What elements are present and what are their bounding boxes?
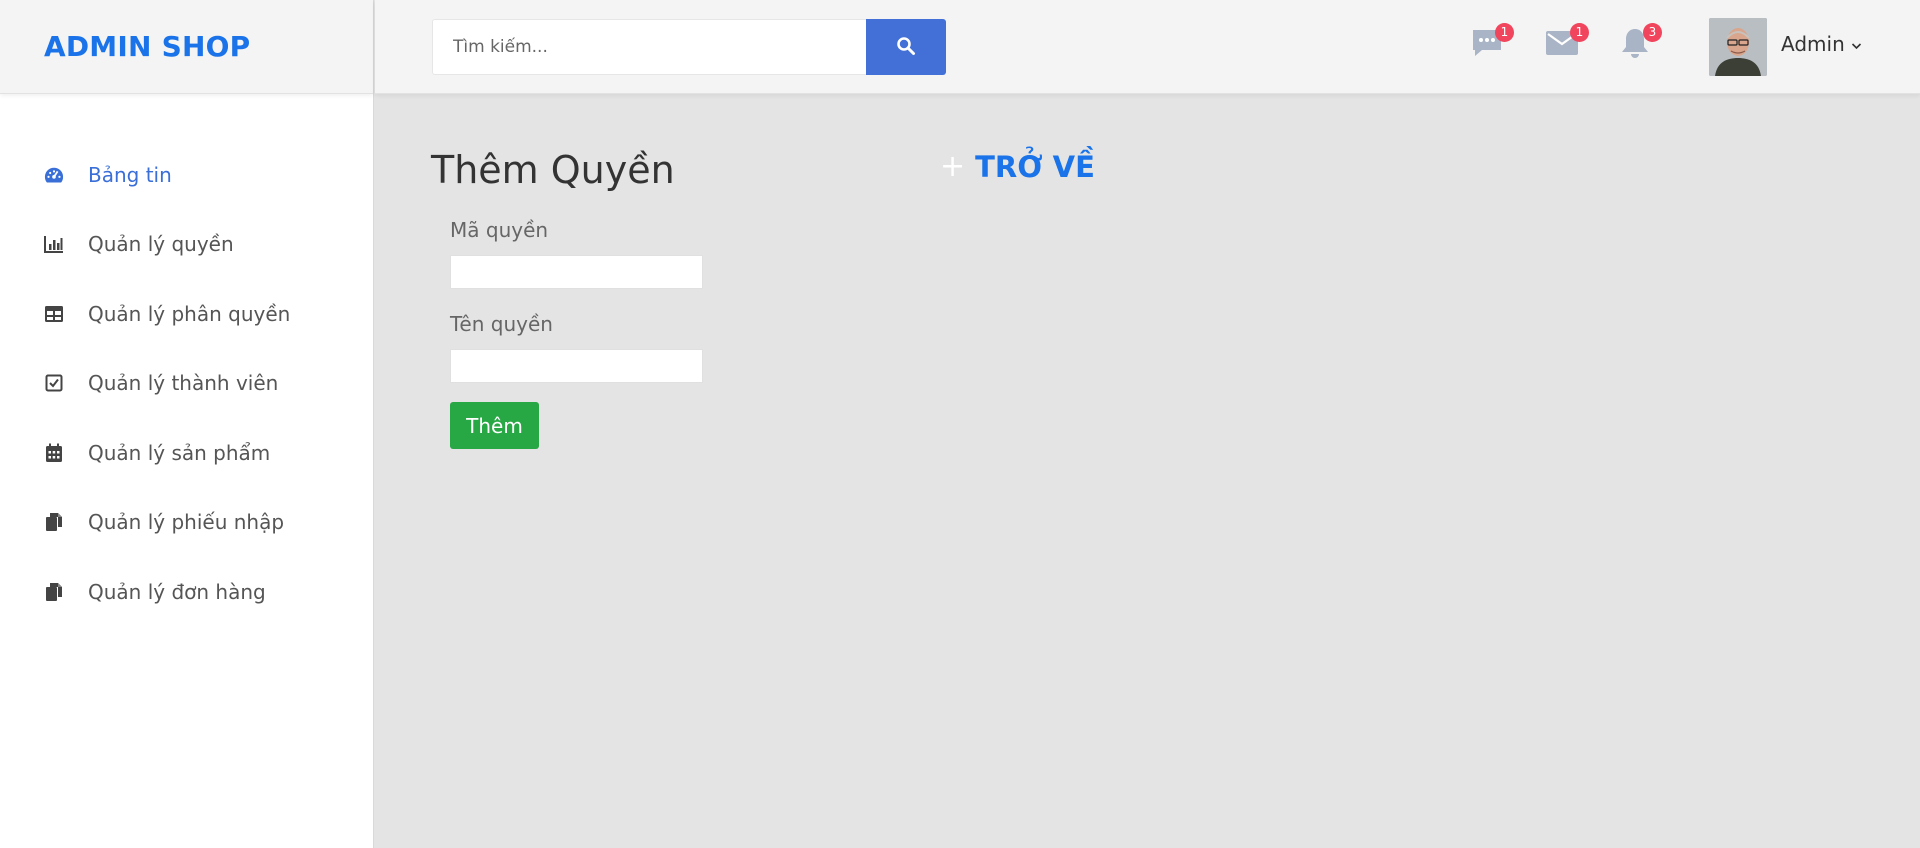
table-icon bbox=[44, 304, 64, 324]
notifications-button[interactable]: 3 bbox=[1617, 23, 1662, 62]
avatar[interactable] bbox=[1709, 18, 1767, 76]
dashboard-icon bbox=[44, 165, 64, 185]
sidebar-item-label: Quản lý quyền bbox=[88, 232, 234, 257]
brand: ADMIN SHOP bbox=[0, 0, 373, 94]
sidebar-nav: Bảng tin Quản lý quyền Quản lý phân quyề… bbox=[0, 94, 373, 627]
check-square-icon bbox=[44, 373, 64, 393]
sidebar-item-permissions[interactable]: Quản lý quyền bbox=[0, 210, 373, 280]
permission-name-input[interactable] bbox=[450, 349, 703, 383]
sidebar-item-label: Quản lý phân quyền bbox=[88, 301, 291, 326]
sidebar: ADMIN SHOP Bảng tin Quản lý quyền Quản l… bbox=[0, 0, 374, 848]
user-menu[interactable]: Admin bbox=[1781, 32, 1862, 56]
notifications-badge: 3 bbox=[1643, 23, 1662, 42]
sidebar-item-members[interactable]: Quản lý thành viên bbox=[0, 349, 373, 419]
sidebar-item-label: Quản lý sản phẩm bbox=[88, 440, 271, 465]
messages-button[interactable]: 1 bbox=[1469, 23, 1514, 62]
page-title: Thêm Quyền bbox=[431, 148, 675, 192]
copy-icon bbox=[44, 512, 64, 532]
search-icon bbox=[896, 36, 916, 59]
user-name: Admin bbox=[1781, 32, 1845, 56]
bar-chart-icon bbox=[44, 234, 64, 254]
sidebar-item-label: Quản lý đơn hàng bbox=[88, 579, 266, 604]
back-link-label: TRỞ VỀ bbox=[975, 150, 1095, 184]
sidebar-item-orders[interactable]: Quản lý đơn hàng bbox=[0, 557, 373, 627]
permission-name-label: Tên quyền bbox=[450, 312, 553, 336]
calendar-icon bbox=[44, 443, 64, 463]
sidebar-item-label: Quản lý phiếu nhập bbox=[88, 510, 285, 535]
mail-button[interactable]: 1 bbox=[1544, 23, 1589, 62]
brand-title[interactable]: ADMIN SHOP bbox=[44, 30, 250, 63]
sidebar-item-role-assignment[interactable]: Quản lý phân quyền bbox=[0, 279, 373, 349]
mail-badge: 1 bbox=[1570, 23, 1589, 42]
sidebar-item-import-receipts[interactable]: Quản lý phiếu nhập bbox=[0, 488, 373, 558]
search-button[interactable] bbox=[866, 19, 946, 75]
sidebar-item-dashboard[interactable]: Bảng tin bbox=[0, 140, 373, 210]
copy-icon bbox=[44, 582, 64, 602]
permission-code-label: Mã quyền bbox=[450, 218, 549, 242]
sidebar-item-label: Quản lý thành viên bbox=[88, 371, 279, 396]
top-header: 1 1 3 Admin bbox=[375, 0, 1920, 94]
sidebar-item-label: Bảng tin bbox=[88, 162, 172, 187]
sidebar-item-products[interactable]: Quản lý sản phẩm bbox=[0, 418, 373, 488]
messages-badge: 1 bbox=[1495, 23, 1514, 42]
add-button[interactable]: Thêm bbox=[450, 402, 539, 449]
chevron-down-icon bbox=[1851, 35, 1862, 54]
permission-code-input[interactable] bbox=[450, 255, 703, 289]
search-input[interactable] bbox=[432, 19, 869, 75]
back-link[interactable]: + TRỞ VỀ bbox=[940, 150, 1095, 184]
plus-icon: + bbox=[940, 149, 966, 184]
